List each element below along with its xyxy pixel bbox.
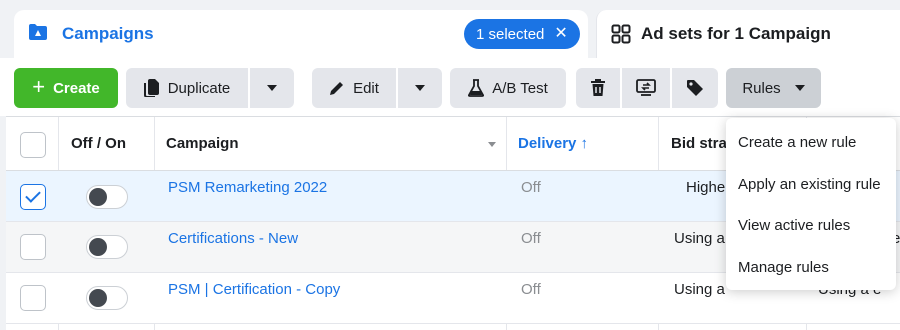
folder-icon bbox=[29, 24, 47, 40]
tag-icon bbox=[687, 80, 703, 96]
edit-button[interactable]: Edit bbox=[312, 68, 396, 108]
chevron-down-icon bbox=[794, 85, 805, 91]
delivery-status: Off bbox=[521, 230, 541, 247]
delivery-status: Off bbox=[521, 179, 541, 196]
toggle-knob bbox=[89, 289, 107, 307]
revisions-icon bbox=[636, 79, 656, 96]
ab-test-button[interactable]: A/B Test bbox=[450, 68, 566, 108]
rules-button[interactable]: Rules bbox=[726, 68, 821, 108]
chevron-down-icon bbox=[415, 85, 425, 91]
toggle-knob bbox=[89, 238, 107, 256]
duplicate-label: Duplicate bbox=[167, 79, 231, 97]
toolbar: + Create Duplicate Edit A/B Test Rules bbox=[0, 58, 900, 116]
menu-item-apply-rule[interactable]: Apply an existing rule bbox=[726, 164, 896, 206]
ab-test-label: A/B Test bbox=[492, 79, 548, 97]
on-off-toggle[interactable] bbox=[86, 185, 128, 209]
header-delivery[interactable]: Delivery ↑ bbox=[518, 135, 588, 152]
bid-strategy: Using a bbox=[674, 281, 725, 298]
duplicate-icon bbox=[143, 79, 159, 97]
trash-icon bbox=[591, 79, 605, 96]
edit-label: Edit bbox=[353, 79, 379, 97]
campaign-name-link[interactable]: PSM Remarketing 2022 bbox=[168, 179, 327, 196]
selected-count: 1 selected bbox=[476, 25, 545, 43]
clear-selection-icon[interactable]: ✕ bbox=[554, 26, 567, 42]
bid-strategy: Using a bbox=[674, 230, 725, 247]
select-all-checkbox[interactable] bbox=[20, 132, 46, 158]
revisions-button[interactable] bbox=[622, 68, 670, 108]
row-checkbox[interactable] bbox=[20, 285, 46, 311]
selected-badge[interactable]: 1 selected ✕ bbox=[464, 19, 580, 49]
header-toggle: Off / On bbox=[71, 135, 126, 152]
plus-icon: + bbox=[32, 74, 46, 99]
row-checkbox[interactable] bbox=[20, 234, 46, 260]
header-bid-strategy[interactable]: Bid stra bbox=[671, 135, 727, 152]
chevron-down-icon bbox=[267, 85, 277, 91]
rules-label: Rules bbox=[742, 79, 781, 97]
menu-item-view-active-rules[interactable]: View active rules bbox=[726, 205, 896, 247]
menu-item-create-rule[interactable]: Create a new rule bbox=[726, 122, 896, 164]
duplicate-dropdown-button[interactable] bbox=[250, 68, 294, 108]
toggle-knob bbox=[89, 188, 107, 206]
bid-strategy: Highe bbox=[686, 179, 726, 196]
delete-button[interactable] bbox=[576, 68, 620, 108]
tab-campaigns-label: Campaigns bbox=[62, 24, 154, 43]
tab-adsets-label: Ad sets for 1 Campaign bbox=[641, 24, 831, 43]
sort-caret-icon[interactable] bbox=[488, 142, 496, 147]
delivery-status: Off bbox=[521, 281, 541, 298]
grid-icon bbox=[611, 24, 631, 44]
pencil-icon bbox=[330, 82, 344, 95]
on-off-toggle[interactable] bbox=[86, 286, 128, 310]
header-campaign[interactable]: Campaign bbox=[166, 135, 239, 152]
create-button[interactable]: + Create bbox=[14, 68, 118, 108]
campaign-name-link[interactable]: PSM | Certification - Copy bbox=[168, 281, 340, 298]
rules-dropdown-menu: Create a new rule Apply an existing rule… bbox=[726, 118, 896, 290]
tag-button[interactable] bbox=[672, 68, 718, 108]
on-off-toggle[interactable] bbox=[86, 235, 128, 259]
create-label: Create bbox=[53, 79, 100, 97]
flask-icon bbox=[468, 79, 485, 97]
row-checkbox[interactable] bbox=[20, 184, 46, 210]
duplicate-button[interactable]: Duplicate bbox=[126, 68, 248, 108]
checkmark-icon bbox=[25, 187, 41, 203]
campaign-name-link[interactable]: Certifications - New bbox=[168, 230, 298, 247]
menu-item-manage-rules[interactable]: Manage rules bbox=[726, 247, 896, 289]
edit-dropdown-button[interactable] bbox=[398, 68, 442, 108]
